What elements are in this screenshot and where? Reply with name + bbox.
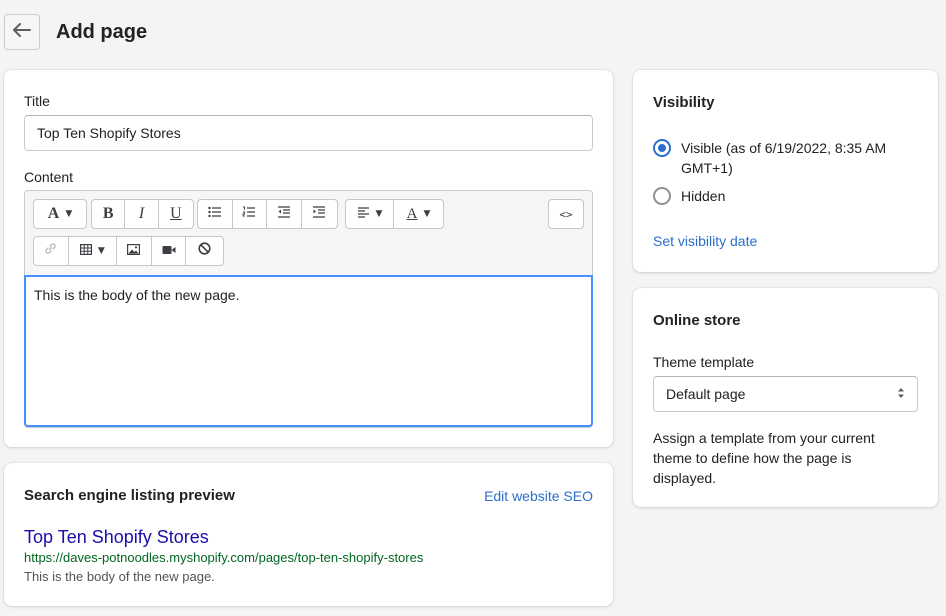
seo-preview-card: Search engine listing preview Edit websi… [4,463,613,606]
underline-icon: U [170,205,182,222]
clear-formatting-icon [198,242,211,260]
font-style-group: A ▼ [33,199,87,229]
seo-preview-title[interactable]: Top Ten Shopify Stores [24,527,209,548]
hidden-label: Hidden [681,188,726,204]
title-label: Title [24,93,50,109]
theme-template-select[interactable]: Default page [653,376,918,412]
image-icon [127,242,141,260]
content-editor-body[interactable]: This is the body of the new page. [24,275,593,427]
visibility-option-visible[interactable]: Visible (as of 6/19/2022, 8:35 AM GMT+1) [653,138,923,178]
chevron-down-icon: ▼ [423,209,431,219]
chevron-down-icon: ▼ [97,246,105,256]
outdent-button[interactable] [267,200,302,228]
back-button[interactable] [4,14,40,50]
image-button[interactable] [117,237,152,265]
format-group: B I U [91,199,194,229]
theme-template-label: Theme template [653,354,755,370]
table-button[interactable]: ▼ [69,237,118,265]
online-store-card: Online store Theme template Default page… [633,288,938,507]
theme-template-help: Assign a template from your current them… [653,430,875,486]
page-header: Add page [4,14,147,50]
indent-icon [312,205,326,223]
bold-icon: B [102,205,114,222]
online-store-title: Online store [653,312,741,329]
video-icon [162,242,176,260]
bulleted-list-button[interactable] [198,200,233,228]
title-input-value: Top Ten Shopify Stores [37,125,181,141]
italic-icon: I [138,205,145,222]
chevron-down-icon: ▼ [65,209,73,219]
align-button[interactable]: ▼ [346,200,395,228]
content-label: Content [24,169,74,185]
edit-seo-link[interactable]: Edit website SEO [484,488,593,504]
text-color-button[interactable]: A ▼ [394,200,443,228]
theme-template-value: Default page [666,386,746,402]
seo-card-title: Search engine listing preview [24,487,235,504]
visibility-card: Visibility Visible (as of 6/19/2022, 8:3… [633,70,938,272]
video-button[interactable] [152,237,187,265]
link-icon [44,242,57,260]
rich-text-editor: A ▼ B I U ▼ A ▼ <> ▼ This is the body of… [24,190,593,428]
bold-button[interactable]: B [92,200,126,228]
arrow-left-icon [13,22,31,42]
numbered-list-button[interactable] [233,200,267,228]
align-color-group: ▼ A ▼ [345,199,444,229]
list-group [197,199,338,229]
italic-button[interactable]: I [125,200,159,228]
visibility-option-hidden[interactable]: Hidden [653,186,725,206]
source-group: <> [548,199,584,229]
text-color-icon: A [406,205,418,222]
align-left-icon [357,205,370,223]
underline-button[interactable]: U [159,200,193,228]
visibility-title: Visibility [653,94,715,111]
title-input[interactable]: Top Ten Shopify Stores [24,115,593,151]
numbered-list-icon [242,205,256,223]
radio-visible[interactable] [653,139,671,157]
html-source-button[interactable]: <> [549,200,583,228]
text-style-icon: A [47,205,60,222]
page-form-card: Title Top Ten Shopify Stores Content A ▼… [4,70,613,447]
table-icon [79,242,92,260]
content-text: This is the body of the new page. [34,287,240,303]
select-arrows-icon [897,386,905,402]
html-source-icon: <> [559,207,573,221]
link-button[interactable] [34,237,69,265]
page-title: Add page [56,20,148,43]
visible-label: Visible (as of 6/19/2022, 8:35 AM GMT+1) [681,140,887,176]
clear-formatting-button[interactable] [186,237,223,265]
set-visibility-date-link[interactable]: Set visibility date [653,233,757,249]
indent-button[interactable] [302,200,337,228]
bulleted-list-icon [208,205,222,223]
text-style-button[interactable]: A ▼ [34,200,86,228]
chevron-down-icon: ▼ [375,209,383,219]
seo-preview-url: https://daves-potnoodles.myshopify.com/p… [24,550,424,565]
insert-group: ▼ [33,236,224,266]
radio-hidden[interactable] [653,187,671,205]
seo-preview-description: This is the body of the new page. [24,569,215,584]
outdent-icon [277,205,291,223]
